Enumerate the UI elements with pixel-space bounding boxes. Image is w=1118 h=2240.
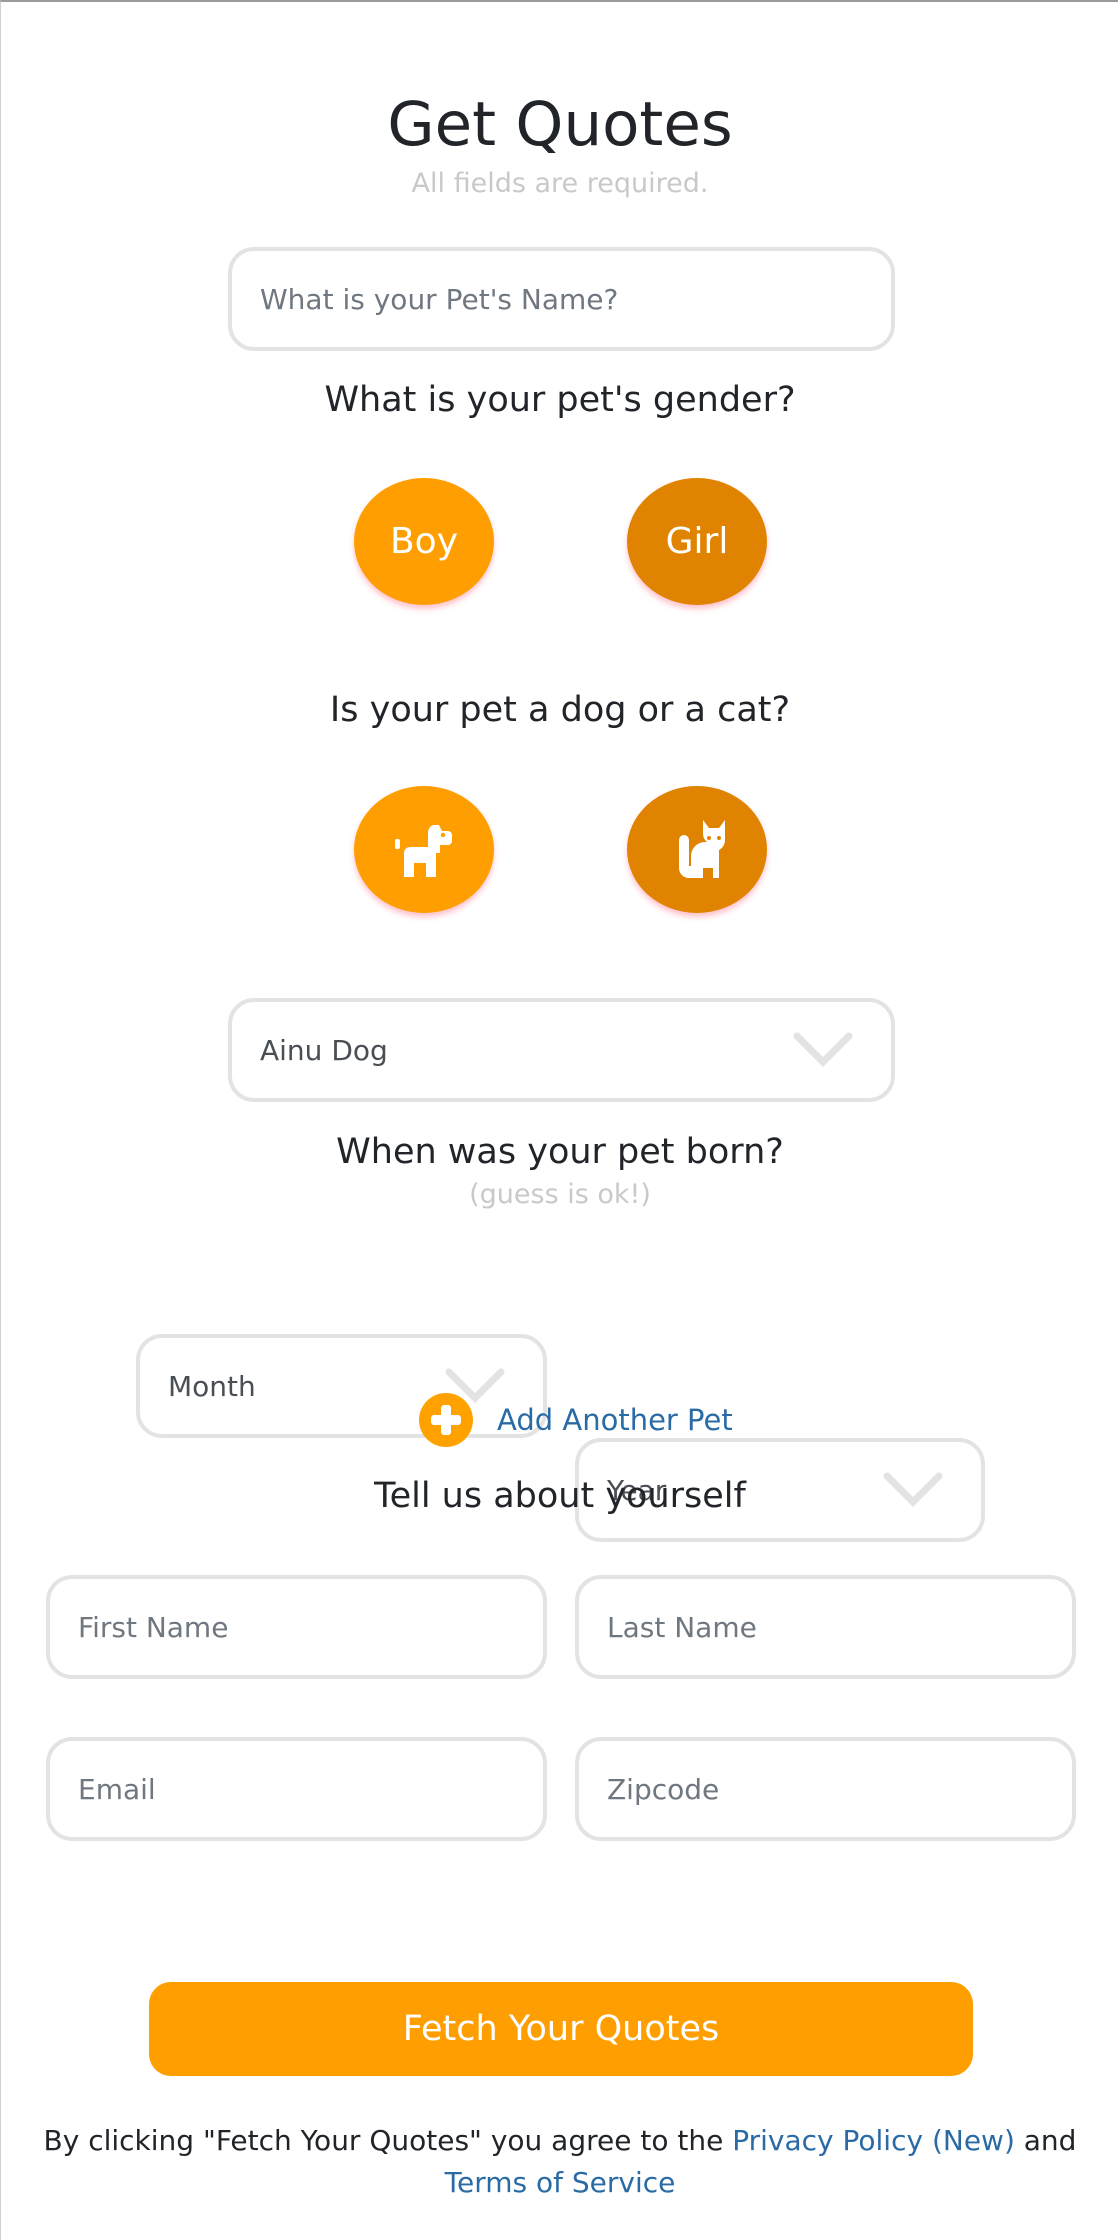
email-input[interactable] [78, 1772, 543, 1806]
dog-icon [395, 824, 452, 877]
birth-hint: (guess is ok!) [469, 1179, 651, 1210]
first-name-input[interactable] [78, 1610, 543, 1644]
required-note: All fields are required. [411, 168, 709, 199]
pet-name-field[interactable] [228, 247, 895, 351]
last-name-field[interactable] [575, 1575, 1076, 1679]
add-another-pet-label[interactable]: Add Another Pet [497, 1403, 733, 1437]
gender-girl-button[interactable]: Girl [627, 478, 767, 605]
gender-question: What is your pet's gender? [324, 380, 796, 420]
legal-conjunction: and [1014, 2124, 1077, 2157]
page-title: Get Quotes [387, 89, 733, 160]
zipcode-field[interactable] [575, 1737, 1076, 1841]
chevron-down-icon [793, 1032, 853, 1067]
owner-heading: Tell us about yourself [374, 1476, 746, 1516]
legal-text: By clicking "Fetch Your Quotes" you agre… [1, 2120, 1118, 2204]
plus-circle-icon [419, 1393, 473, 1447]
breed-selected-value: Ainu Dog [260, 1033, 388, 1067]
zipcode-input[interactable] [607, 1772, 1072, 1806]
fetch-quotes-button[interactable]: Fetch Your Quotes [149, 1982, 973, 2076]
email-field[interactable] [46, 1737, 547, 1841]
cat-icon [679, 819, 726, 878]
pet-name-input[interactable] [260, 282, 891, 316]
gender-boy-button[interactable]: Boy [354, 478, 494, 605]
birth-question: When was your pet born? [336, 1132, 784, 1172]
privacy-policy-link[interactable]: Privacy Policy (New) [732, 2124, 1015, 2157]
breed-select[interactable]: Ainu Dog [228, 998, 895, 1102]
legal-prefix: By clicking "Fetch Your Quotes" you agre… [43, 2124, 733, 2157]
dog-button[interactable] [354, 786, 494, 913]
first-name-field[interactable] [46, 1575, 547, 1679]
cat-button[interactable] [627, 786, 767, 913]
terms-of-service-link[interactable]: Terms of Service [445, 2166, 676, 2199]
add-another-pet-button[interactable]: Add Another Pet [419, 1393, 733, 1447]
month-selected-value: Month [168, 1369, 256, 1403]
last-name-input[interactable] [607, 1610, 1072, 1644]
species-question: Is your pet a dog or a cat? [329, 690, 791, 730]
